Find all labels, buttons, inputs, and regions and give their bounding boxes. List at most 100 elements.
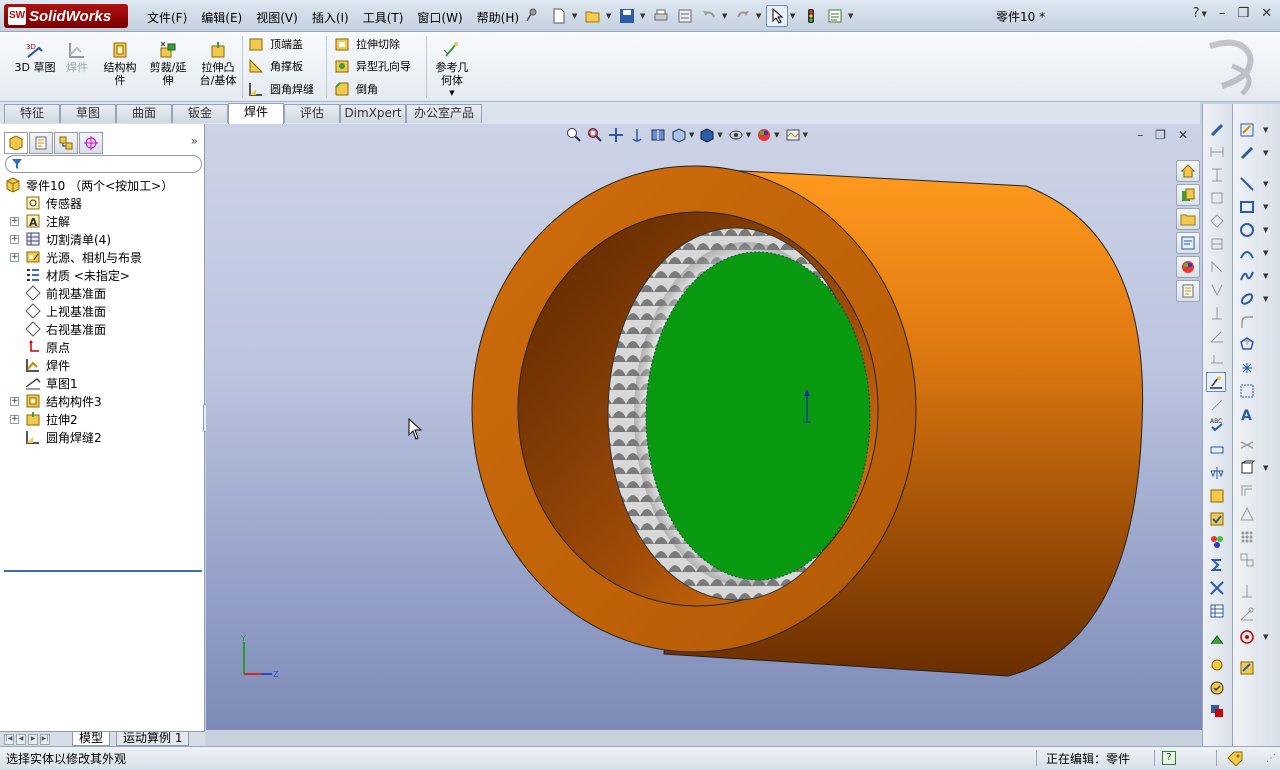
tree-node-top-plane[interactable]: 上视基准面 <box>0 302 204 320</box>
fillet-sketch-button[interactable] <box>1237 312 1257 332</box>
zoom-to-fit-icon[interactable] <box>566 127 582 143</box>
save-button[interactable] <box>616 5 638 27</box>
tree-node-extrude2[interactable]: + 拉伸2 <box>0 410 204 428</box>
line-dropdown-icon[interactable]: ▼ <box>1263 180 1268 188</box>
tag-icon[interactable] <box>1226 750 1244 766</box>
appearance-dropdown-icon[interactable]: ▼ <box>774 131 779 139</box>
configuration-manager-tab[interactable] <box>54 132 78 154</box>
point-star-button[interactable] <box>1237 358 1257 378</box>
section-view-icon[interactable] <box>650 127 666 143</box>
design-library-tab[interactable] <box>1176 184 1200 206</box>
dimxpert-auto-button[interactable] <box>1206 372 1226 392</box>
undo-button[interactable] <box>698 5 720 27</box>
horizontal-dimension-button[interactable] <box>1207 142 1227 162</box>
menu-window[interactable]: 窗口(W) <box>410 7 469 28</box>
restore-button[interactable]: ❐ <box>1237 6 1249 21</box>
tree-node-right-plane[interactable]: 右视基准面 <box>0 320 204 338</box>
sketch-picture-button[interactable] <box>1237 627 1257 647</box>
pipe-model[interactable] <box>206 124 1202 730</box>
tab-office-products[interactable]: 办公室产品 <box>406 104 482 123</box>
fillet-bead-button[interactable]: 圆角焊缝 <box>248 79 314 99</box>
weld-symbol-button[interactable] <box>1207 349 1227 369</box>
arc-button[interactable] <box>1237 243 1257 263</box>
draft-analysis-button[interactable] <box>1207 532 1227 552</box>
smart-dimension-button[interactable] <box>1207 120 1227 140</box>
view-palette-tab[interactable] <box>1176 232 1200 254</box>
dimension-dropdown-icon[interactable]: ▼ <box>1263 149 1268 157</box>
trim-entities-button[interactable] <box>1237 435 1257 455</box>
solidworks-logo[interactable]: SW SolidWorks <box>4 4 128 28</box>
arc-dropdown-icon[interactable]: ▼ <box>1263 249 1268 257</box>
tab-motion-study[interactable]: 运动算例 1 <box>116 732 190 746</box>
next-tab-button[interactable]: ▶ <box>28 734 38 745</box>
tab-features[interactable]: 特征 <box>4 104 60 123</box>
ellipse-button[interactable] <box>1237 289 1257 309</box>
new-dropdown-icon[interactable]: ▼ <box>572 12 580 20</box>
graphics-viewport[interactable]: ▼ ▼ ▼ ▼ ▼ – ❐ ✕ Y Z <box>206 124 1202 730</box>
menu-file[interactable]: 文件(F) <box>140 7 194 28</box>
expand-icon[interactable]: + <box>10 234 19 244</box>
save-dropdown-icon[interactable]: ▼ <box>640 12 648 20</box>
feature-tree-filter[interactable] <box>5 155 202 173</box>
properties-dropdown-icon[interactable]: ▼ <box>848 12 856 20</box>
tree-node-annotations[interactable]: + A 注解 <box>0 212 204 230</box>
equations-button[interactable] <box>1207 555 1227 575</box>
structural-member-button[interactable]: 结构构 件 <box>100 40 140 87</box>
menu-view[interactable]: 视图(V) <box>249 7 305 28</box>
rotate-icon[interactable] <box>629 127 645 143</box>
expand-icon[interactable]: + <box>10 396 19 406</box>
appearances-tab[interactable] <box>1176 256 1200 278</box>
tab-evaluate[interactable]: 评估 <box>284 104 340 123</box>
fully-define-button[interactable] <box>1207 257 1227 277</box>
viewport-restore-button[interactable]: ❐ <box>1155 128 1166 142</box>
hide-show-dropdown-icon[interactable]: ▼ <box>746 131 751 139</box>
chamfer-button[interactable]: 倒角 <box>334 79 378 99</box>
expand-icon[interactable]: + <box>10 216 19 226</box>
angle-dimension-button[interactable] <box>1207 326 1227 346</box>
add-relation-button[interactable] <box>1207 280 1227 300</box>
scene-dropdown-icon[interactable]: ▼ <box>803 131 808 139</box>
menu-edit[interactable]: 编辑(E) <box>194 7 249 28</box>
cut-list-table-button[interactable] <box>1207 601 1227 621</box>
compare-button[interactable] <box>1207 701 1227 721</box>
rectangle-dropdown-icon[interactable]: ▼ <box>1263 203 1268 211</box>
apply-scene-icon[interactable] <box>785 127 801 143</box>
minimize-button[interactable]: – <box>1219 6 1226 21</box>
sketch-text-button[interactable]: A <box>1237 404 1257 424</box>
tab-sheet-metal[interactable]: 钣金 <box>172 104 228 123</box>
rollback-bar[interactable] <box>4 570 202 572</box>
feature-manager-tab[interactable] <box>4 132 28 154</box>
hide-show-items-icon[interactable] <box>728 127 744 143</box>
ellipse-dropdown-icon[interactable]: ▼ <box>1263 295 1268 303</box>
circle-button[interactable] <box>1237 220 1257 240</box>
repair-sketch-button[interactable] <box>1237 604 1257 624</box>
reference-geometry-button[interactable]: 参考几 何体 ▼ <box>432 40 472 100</box>
print-button[interactable] <box>650 5 672 27</box>
menu-help[interactable]: 帮助(H) <box>470 7 526 28</box>
rebuild-button[interactable] <box>800 5 822 27</box>
convert-dropdown-icon[interactable]: ▼ <box>1263 464 1268 472</box>
tree-node-origin[interactable]: 原点 <box>0 338 204 356</box>
verification-button[interactable] <box>1207 678 1227 698</box>
move-entities-button[interactable] <box>1237 550 1257 570</box>
menu-insert[interactable]: 插入(I) <box>305 7 356 28</box>
check-button[interactable] <box>1207 509 1227 529</box>
rectangle-button[interactable] <box>1237 197 1257 217</box>
prev-tab-button[interactable]: ◀ <box>16 734 26 745</box>
file-properties-button[interactable] <box>824 5 846 27</box>
spline-button[interactable] <box>1237 266 1257 286</box>
linear-pattern-button[interactable] <box>1237 527 1257 547</box>
help-dropdown-icon[interactable]: ▼ <box>1202 10 1207 21</box>
line-button[interactable] <box>1237 174 1257 194</box>
tab-sketch[interactable]: 草图 <box>60 104 116 123</box>
view-orientation-icon[interactable] <box>671 127 687 143</box>
custom-properties-tab[interactable] <box>1176 280 1200 302</box>
pan-icon[interactable] <box>608 127 624 143</box>
new-document-button[interactable] <box>548 5 570 27</box>
chamfer-dimension-button[interactable] <box>1207 234 1227 254</box>
expand-icon[interactable]: + <box>10 414 19 424</box>
options-button[interactable] <box>674 5 696 27</box>
end-cap-button[interactable]: 顶端盖 <box>248 34 303 54</box>
dimxpert-manager-tab[interactable] <box>79 132 103 154</box>
property-manager-tab[interactable] <box>29 132 53 154</box>
